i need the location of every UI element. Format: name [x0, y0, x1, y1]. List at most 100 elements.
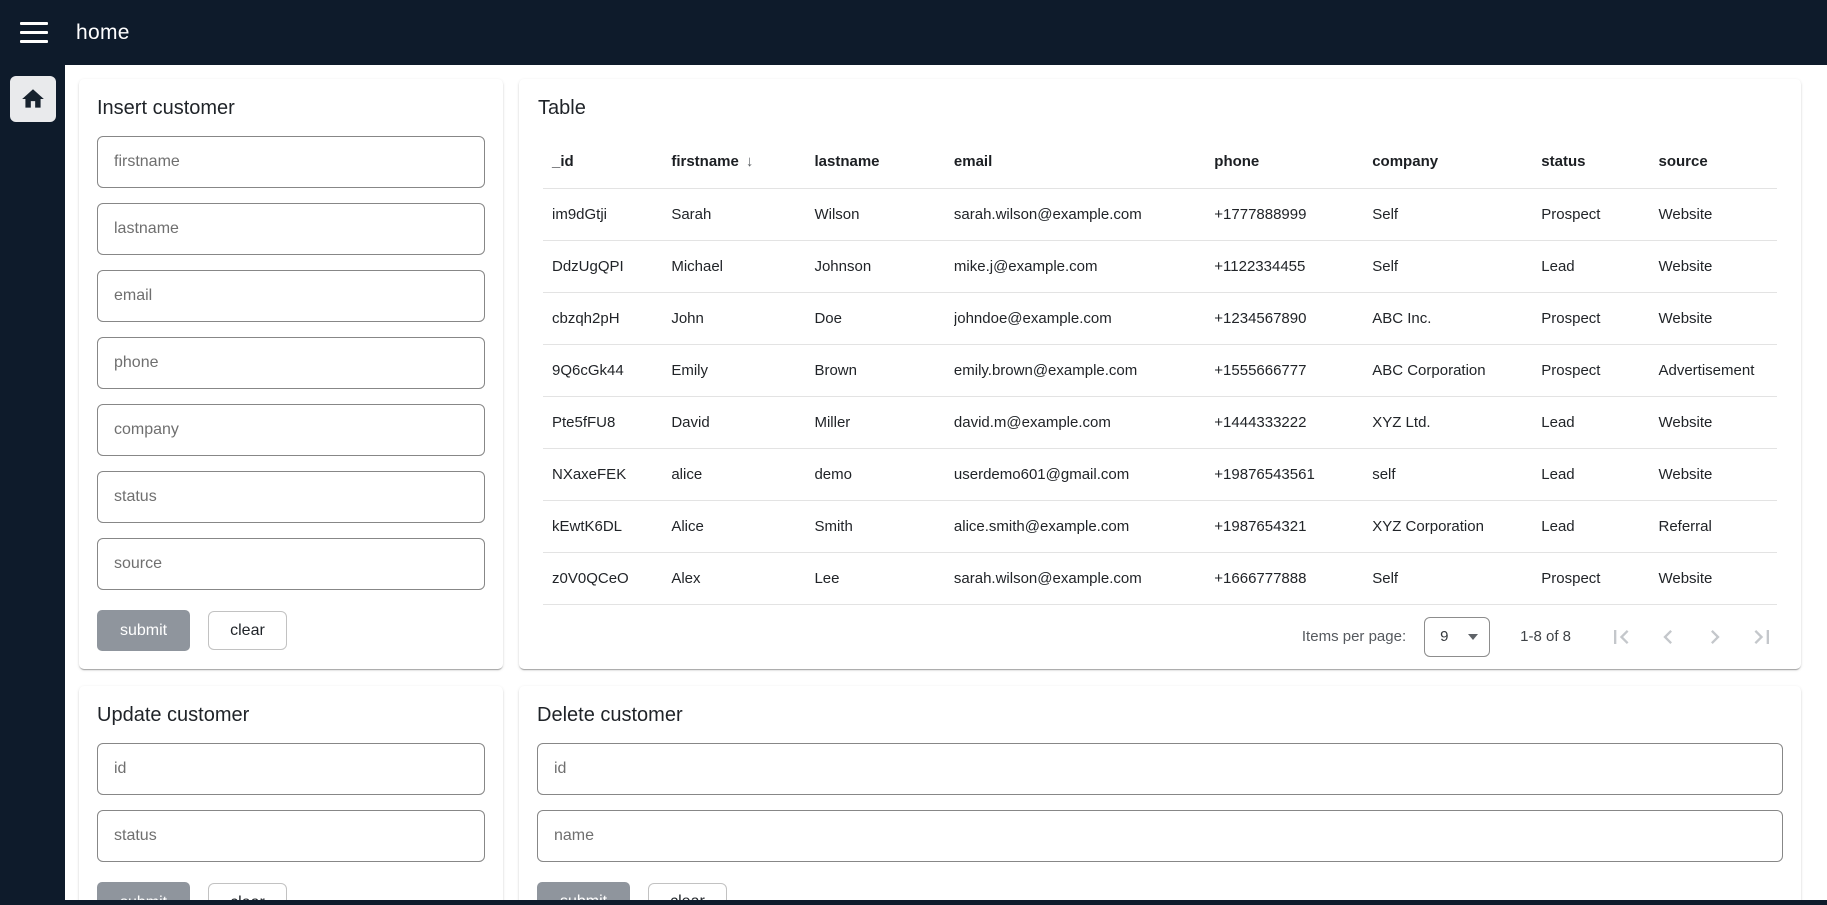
table-row: cbzqh2pHJohnDoejohndoe@example.com+12345…	[543, 292, 1777, 344]
paginator: Items per page: 9 1-8 of 8	[519, 605, 1801, 669]
column-header-email[interactable]: email	[954, 136, 1214, 188]
insert-clear-button[interactable]: clear	[208, 611, 287, 650]
table-cell: Prospect	[1541, 292, 1658, 344]
table-cell: Smith	[814, 500, 953, 552]
sort-arrow-icon: ↓	[746, 153, 754, 170]
page-size-select[interactable]: 9	[1424, 617, 1490, 657]
table-cell: +1666777888	[1214, 552, 1372, 604]
insert-card-title: Insert customer	[97, 97, 485, 120]
table-cell: Alex	[671, 552, 814, 604]
table-header-row: _id firstname↓lastname emailphone company st…	[543, 136, 1777, 188]
column-header-label: phone	[1214, 153, 1259, 170]
table-cell: DdzUgQPI	[543, 240, 671, 292]
column-header-firstname[interactable]: firstname↓	[671, 136, 814, 188]
table-cell: Website	[1658, 240, 1777, 292]
delete-customer-card: Delete customer submit clear	[519, 686, 1801, 905]
table-cell: Lead	[1541, 500, 1658, 552]
table-cell: mike.j@example.com	[954, 240, 1214, 292]
table-cell: Self	[1372, 552, 1541, 604]
source-input[interactable]	[97, 538, 485, 590]
home-icon	[20, 86, 46, 112]
table-cell: +1555666777	[1214, 344, 1372, 396]
column-header-phone[interactable]: phone	[1214, 136, 1372, 188]
insert-fields	[97, 136, 485, 590]
column-header-label: lastname	[814, 153, 879, 170]
last-page-icon	[1748, 623, 1776, 651]
column-header-lastname[interactable]: lastname	[814, 136, 953, 188]
items-per-page-label: Items per page:	[1302, 628, 1406, 645]
company-input[interactable]	[97, 404, 485, 456]
column-header-source[interactable]: source	[1658, 136, 1777, 188]
insert-submit-button[interactable]: submit	[97, 610, 190, 651]
phone-input[interactable]	[97, 337, 485, 389]
table-cell: +1234567890	[1214, 292, 1372, 344]
column-header-label: status	[1541, 153, 1585, 170]
table-cell: self	[1372, 448, 1541, 500]
hamburger-menu-icon[interactable]	[20, 22, 48, 43]
last-page-button[interactable]	[1738, 614, 1785, 660]
table-cell: sarah.wilson@example.com	[954, 552, 1214, 604]
table-cell: +19876543561	[1214, 448, 1372, 500]
column-header-company[interactable]: company	[1372, 136, 1541, 188]
next-page-button[interactable]	[1691, 614, 1738, 660]
table-cell: Sarah	[671, 188, 814, 240]
id-input[interactable]	[537, 743, 1783, 795]
column-header-status[interactable]: status	[1541, 136, 1658, 188]
firstname-input[interactable]	[97, 136, 485, 188]
app-title: home	[76, 21, 130, 45]
delete-fields	[537, 743, 1783, 862]
insert-customer-card: Insert customer submit clear	[79, 79, 503, 669]
table-cell: im9dGtji	[543, 188, 671, 240]
table-cell: +1777888999	[1214, 188, 1372, 240]
table-cell: emily.brown@example.com	[954, 344, 1214, 396]
sidebar-home-button[interactable]	[10, 76, 56, 122]
column-header-label: company	[1372, 153, 1438, 170]
table-cell: johndoe@example.com	[954, 292, 1214, 344]
table-cell: alice.smith@example.com	[954, 500, 1214, 552]
chevron-right-icon	[1701, 623, 1729, 651]
email-input[interactable]	[97, 270, 485, 322]
table-cell: Prospect	[1541, 344, 1658, 396]
id-input[interactable]	[97, 743, 485, 795]
table-cell: XYZ Corporation	[1372, 500, 1541, 552]
status-input[interactable]	[97, 810, 485, 862]
chevron-left-icon	[1654, 623, 1682, 651]
table-cell: ABC Corporation	[1372, 344, 1541, 396]
table-cell: Website	[1658, 448, 1777, 500]
table-card-title: Table	[538, 97, 1801, 120]
column-header-_id[interactable]: _id	[543, 136, 671, 188]
table-cell: cbzqh2pH	[543, 292, 671, 344]
table-cell: 9Q6cGk44	[543, 344, 671, 396]
main-content: Insert customer submit clear Update cust…	[65, 65, 1827, 905]
status-input[interactable]	[97, 471, 485, 523]
table-cell: Wilson	[814, 188, 953, 240]
table-cell: XYZ Ltd.	[1372, 396, 1541, 448]
sidebar	[0, 65, 65, 905]
table-card: Table _id firstname↓lastname emailphone com…	[519, 79, 1801, 669]
page-size-value: 9	[1440, 628, 1448, 645]
lastname-input[interactable]	[97, 203, 485, 255]
table-cell: Website	[1658, 552, 1777, 604]
column-header-label: _id	[552, 153, 574, 170]
name-input[interactable]	[537, 810, 1783, 862]
table-row: Pte5fFU8DavidMillerdavid.m@example.com+1…	[543, 396, 1777, 448]
table-cell: Prospect	[1541, 552, 1658, 604]
customer-table: _id firstname↓lastname emailphone company st…	[519, 136, 1801, 605]
table-cell: Website	[1658, 188, 1777, 240]
table-cell: sarah.wilson@example.com	[954, 188, 1214, 240]
table-cell: Alice	[671, 500, 814, 552]
topbar: home	[0, 0, 1827, 65]
first-page-icon	[1607, 623, 1635, 651]
table-cell: Michael	[671, 240, 814, 292]
table-cell: David	[671, 396, 814, 448]
update-fields	[97, 743, 485, 862]
previous-page-button[interactable]	[1644, 614, 1691, 660]
first-page-button[interactable]	[1597, 614, 1644, 660]
table-cell: Website	[1658, 396, 1777, 448]
table-cell: userdemo601@gmail.com	[954, 448, 1214, 500]
paginator-nav	[1597, 614, 1785, 660]
table-cell: Emily	[671, 344, 814, 396]
table-cell: +1987654321	[1214, 500, 1372, 552]
table-cell: +1444333222	[1214, 396, 1372, 448]
update-customer-card: Update customer submit clear	[79, 686, 503, 905]
